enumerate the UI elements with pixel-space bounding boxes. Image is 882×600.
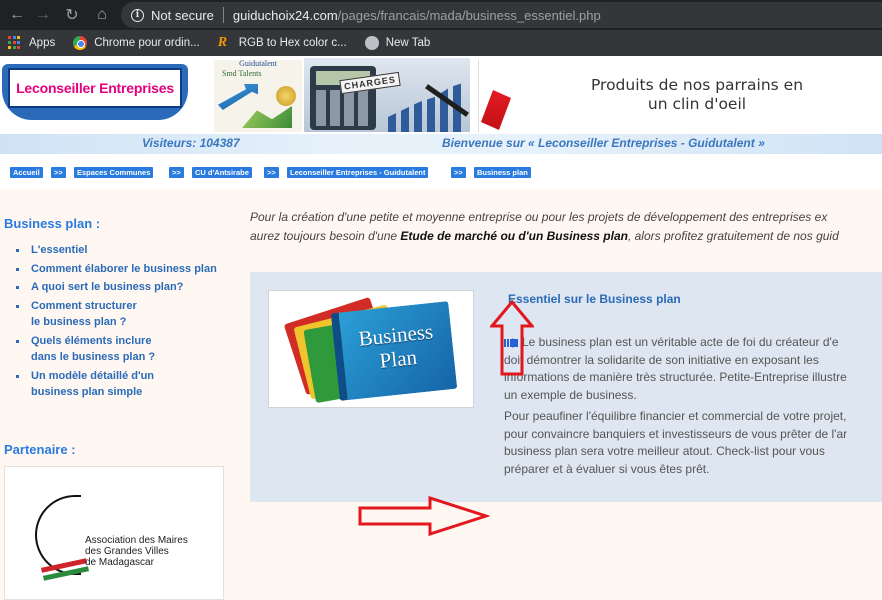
paragraph-line: informations de manière très structurée.… xyxy=(504,370,847,384)
sidebar-item-label: Quels éléments inclure xyxy=(31,334,152,347)
intro-emphasis: Etude de marché ou d'un Business plan xyxy=(400,229,628,243)
essentiel-card: Business Plan Essentiel sur le Business … xyxy=(250,272,882,502)
visitor-counter: Visiteurs: 104387 xyxy=(142,136,240,150)
visitor-bar: Visiteurs: 104387 Bienvenue sur « Lecons… xyxy=(0,134,882,154)
sponsor-banner[interactable]: Produits de nos parrains en un clin d'oe… xyxy=(478,60,882,132)
paragraph-line: un exemple de business. xyxy=(504,387,637,402)
paragraph-line: préparer et à évaluer si vous êtes prêt. xyxy=(504,461,710,476)
sidebar-menu: L'essentiel Comment élaborer le business… xyxy=(14,242,224,403)
paragraph-line: Le business plan est un véritable acte d… xyxy=(504,334,882,352)
sidebar-item-label: L'essentiel xyxy=(31,244,88,256)
sidebar-item-quels-elements[interactable]: Quels éléments inclure dans le business p… xyxy=(14,333,224,366)
logo-text: Leconseiller Entreprises xyxy=(16,80,174,96)
sidebar-item-modele-detaille[interactable]: Un modèle détaillé d'un business plan sim… xyxy=(14,368,224,401)
welcome-message: Bienvenue sur « Leconseiller Entreprises… xyxy=(442,136,765,150)
annotation-right-arrow-icon xyxy=(358,496,490,536)
sponsor-title-line1: Produits de nos parrains en xyxy=(590,76,804,94)
sponsor-red-shape xyxy=(481,90,511,130)
card-paragraph-1: Le business plan est un véritable acte d… xyxy=(504,334,882,404)
breadcrumb-espaces-communes[interactable]: Espaces Communes xyxy=(74,167,154,178)
partner-title: Partenaire : xyxy=(4,442,76,457)
intro-line1: Pour la création d'une petite et moyenne… xyxy=(250,210,828,224)
logo-screen: Leconseiller Entreprises xyxy=(8,68,182,108)
sidebar-item-label: Un modèle détaillé d'un xyxy=(31,369,155,382)
card-paragraph-2: Pour peaufiner l'équilibre financier et … xyxy=(504,408,882,478)
sidebar-title: Business plan : xyxy=(4,216,101,231)
breadcrumb-accueil[interactable]: Accueil xyxy=(10,167,43,178)
site-banner: Leconseiller Entreprises Guidutalent Smd… xyxy=(0,56,882,134)
bookmark-label: Apps xyxy=(29,37,56,49)
browser-toolbar: ← → ↻ ⌂ i Not secure guiduchoix24.com /p… xyxy=(0,0,882,30)
intro-line2-c: , alors profitez gratuitement de nos gui… xyxy=(627,229,839,243)
address-separator xyxy=(222,7,224,23)
paragraph-line: pour convaincre banquiers et investisseu… xyxy=(504,426,848,441)
bookmark-apps[interactable]: Apps xyxy=(8,36,55,50)
book-title-line2: Plan xyxy=(378,345,419,373)
growth-arrow-icon xyxy=(218,84,258,110)
green-chart-icon xyxy=(242,106,292,128)
url-host[interactable]: guiduchoix24.com xyxy=(233,8,338,23)
forward-arrow-icon[interactable]: → xyxy=(32,4,54,26)
paragraph-line: Pour peaufiner l'équilibre financier et … xyxy=(504,409,847,423)
sidebar-item-label: business plan simple xyxy=(31,386,143,398)
charges-banner-image: CHARGES xyxy=(304,58,470,132)
url-path[interactable]: /pages/francais/mada/business_essentiel.… xyxy=(338,8,601,23)
address-bar[interactable]: i Not secure guiduchoix24.com /pages/fra… xyxy=(121,2,882,28)
breadcrumb-separator: >> xyxy=(169,167,184,178)
partner-name-line: de Madagascar xyxy=(85,557,154,568)
sidebar-item-label: dans le business plan ? xyxy=(31,351,156,363)
web-page: Leconseiller Entreprises Guidutalent Smd… xyxy=(0,56,882,600)
r-icon: R xyxy=(217,35,228,50)
globe-icon xyxy=(364,36,379,50)
partner-name-line: Association des Maires xyxy=(85,535,188,546)
apps-icon xyxy=(8,36,22,50)
bookmarks-bar: Apps Chrome pour ordin... R RGB to Hex c… xyxy=(0,30,882,56)
sidebar-item-label: le business plan ? xyxy=(31,316,127,328)
coin-icon xyxy=(276,86,296,106)
partner-logo-amgvm[interactable]: Association des Maires des Grandes Ville… xyxy=(4,466,224,600)
reload-icon[interactable]: ↻ xyxy=(61,4,83,26)
back-arrow-icon[interactable]: ← xyxy=(6,4,28,26)
sidebar-item-essentiel[interactable]: L'essentiel xyxy=(14,242,224,259)
bookmark-new-tab[interactable]: New Tab xyxy=(364,36,431,50)
sponsor-title-line2: un clin d'oeil xyxy=(647,95,747,113)
security-label[interactable]: Not secure xyxy=(151,8,214,23)
sidebar-item-comment-structurer[interactable]: Comment structurer le business plan ? xyxy=(14,298,224,331)
bookmark-chrome[interactable]: Chrome pour ordin... xyxy=(73,36,200,50)
sidebar-item-comment-elaborer[interactable]: Comment élaborer le business plan xyxy=(14,261,224,278)
info-icon[interactable]: i xyxy=(131,8,144,22)
sidebar-item-label: Comment structurer xyxy=(31,299,137,312)
paragraph-text: Le business plan est un véritable acte d… xyxy=(522,335,839,349)
partner-name-line: des Grandes Villes xyxy=(85,546,169,557)
business-plan-image: Business Plan xyxy=(268,290,474,408)
banner-image-subtitle: Smd Talents xyxy=(222,69,262,78)
site-logo[interactable]: Leconseiller Entreprises xyxy=(2,64,188,120)
sidebar-item-label: A quoi sert le business plan? xyxy=(31,281,184,293)
guidutalent-banner-image: Guidutalent Smd Talents xyxy=(214,60,302,132)
paragraph-line: doit démontrer la solidarite de son init… xyxy=(504,352,819,367)
intro-line2-a: aurez toujours besoin d'une xyxy=(250,229,401,243)
breadcrumb-separator: >> xyxy=(51,167,66,178)
banner-image-title: Guidutalent xyxy=(239,59,277,68)
breadcrumb: Accueil >> Espaces Communes >> CU d'Ants… xyxy=(0,154,882,190)
sidebar-item-label: Comment élaborer le business plan xyxy=(31,262,217,275)
sponsor-title: Produits de nos parrains en un clin d'oe… xyxy=(577,76,817,114)
bookmark-rgb-to-hex[interactable]: R RGB to Hex color c... xyxy=(218,36,347,50)
intro-text: Pour la création d'une petite et moyenne… xyxy=(250,208,882,246)
chrome-icon xyxy=(73,36,88,50)
paragraph-line: business plan sera votre meilleur atout.… xyxy=(504,444,825,458)
bookmark-label: RGB to Hex color c... xyxy=(238,37,347,49)
calculator-keys xyxy=(316,90,370,126)
annotation-up-arrow-icon xyxy=(490,300,534,376)
bookmark-label: New Tab xyxy=(385,37,431,49)
breadcrumb-cu-antsirabe[interactable]: CU d'Antsirabe xyxy=(192,167,252,178)
home-icon[interactable]: ⌂ xyxy=(91,4,113,26)
breadcrumb-business-plan[interactable]: Business plan xyxy=(474,167,531,178)
partner-name: Association des Maires des Grandes Ville… xyxy=(85,535,188,568)
breadcrumb-separator: >> xyxy=(264,167,279,178)
bookmark-label: Chrome pour ordin... xyxy=(94,37,200,49)
sidebar-item-a-quoi-sert[interactable]: A quoi sert le business plan? xyxy=(14,279,224,296)
breadcrumb-separator: >> xyxy=(451,167,466,178)
breadcrumb-leconseiller[interactable]: Leconseiller Entreprises - Guidutalent xyxy=(287,167,429,178)
